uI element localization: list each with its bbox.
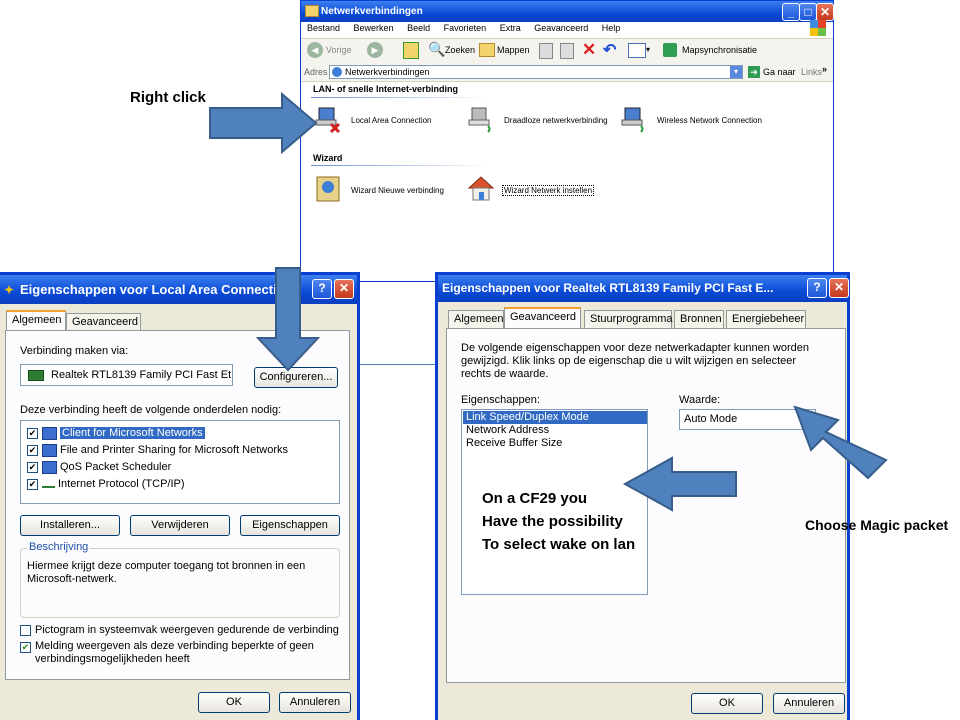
properties-arrow (622, 456, 737, 512)
cf29-line-1: On a CF29 you (482, 490, 588, 507)
choose-magic-annotation: Choose Magic packet (805, 517, 949, 533)
value-arrow (793, 405, 888, 480)
configure-arrow (255, 267, 321, 372)
cf29-annotation: On a CF29 you Have the possibility To se… (482, 487, 635, 556)
cf29-line-3: To select wake on lan (482, 536, 636, 553)
right-click-arrow (209, 91, 318, 155)
cf29-line-2: Have the possibility (482, 513, 623, 530)
annotation-arrows (209, 91, 888, 512)
right-click-annotation: Right click (130, 89, 206, 106)
